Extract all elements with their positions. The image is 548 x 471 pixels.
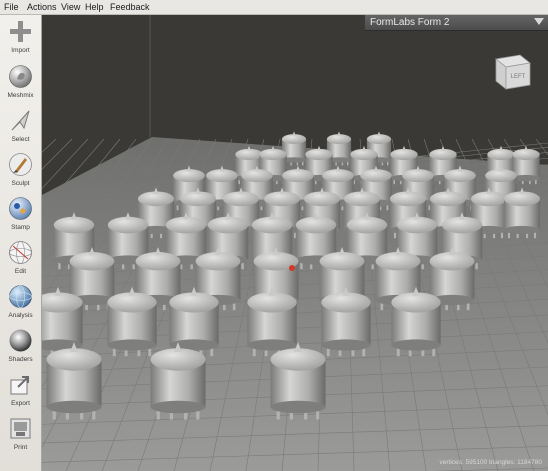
left-toolbar: Import Meshmix Select Sculpt Stamp Edit … bbox=[0, 15, 42, 471]
stamp-sphere-icon bbox=[9, 197, 32, 220]
printer-name: FormLabs Form 2 bbox=[370, 17, 450, 28]
stamp-button[interactable]: Stamp bbox=[0, 196, 41, 240]
menu-view[interactable]: View bbox=[61, 1, 80, 13]
build-plate-scene[interactable] bbox=[42, 15, 548, 471]
meshmix-button[interactable]: Meshmix bbox=[0, 64, 41, 108]
bunny-sphere-icon bbox=[9, 65, 32, 88]
analysis-button[interactable]: Analysis bbox=[0, 284, 41, 328]
menu-feedback[interactable]: Feedback bbox=[110, 1, 150, 13]
cursor-arrow-icon bbox=[11, 110, 30, 131]
import-button[interactable]: Import bbox=[0, 19, 41, 63]
export-arrow-icon bbox=[10, 376, 29, 395]
print-button[interactable]: Print bbox=[0, 416, 41, 460]
export-label: Export bbox=[11, 400, 30, 407]
model-part[interactable] bbox=[107, 286, 157, 357]
meshmix-label: Meshmix bbox=[7, 92, 34, 99]
view-cube-face-label: LEFT bbox=[511, 74, 526, 80]
menu-file[interactable]: File bbox=[4, 1, 19, 13]
model-part[interactable] bbox=[150, 342, 206, 420]
model-part[interactable] bbox=[247, 286, 297, 357]
pivot-marker bbox=[289, 265, 295, 271]
edit-label: Edit bbox=[14, 268, 27, 275]
import-label: Import bbox=[11, 47, 30, 54]
analysis-label: Analysis bbox=[8, 312, 33, 319]
stamp-label: Stamp bbox=[11, 224, 30, 231]
model-part[interactable] bbox=[42, 286, 83, 357]
select-label: Select bbox=[11, 136, 30, 143]
menu-help[interactable]: Help bbox=[85, 1, 104, 13]
model-part[interactable] bbox=[270, 342, 326, 420]
export-button[interactable]: Export bbox=[0, 372, 41, 416]
menu-actions[interactable]: Actions bbox=[27, 1, 57, 13]
printer-icon bbox=[10, 418, 31, 439]
mesh-stats: vertices: 595100 triangles: 1184780 bbox=[439, 459, 542, 466]
print-label: Print bbox=[13, 444, 28, 451]
printer-selector[interactable]: FormLabs Form 2 bbox=[365, 15, 548, 31]
sculpt-label: Sculpt bbox=[11, 180, 30, 187]
model-part[interactable] bbox=[321, 286, 371, 357]
3d-viewport[interactable] bbox=[42, 15, 548, 471]
shaders-label: Shaders bbox=[8, 356, 33, 363]
shaders-button[interactable]: Shaders bbox=[0, 328, 41, 372]
model-part[interactable] bbox=[391, 286, 441, 357]
edit-button[interactable]: Edit bbox=[0, 240, 41, 284]
model-part[interactable] bbox=[46, 342, 102, 420]
model-part[interactable] bbox=[503, 187, 541, 239]
menu-bar: File Actions View Help Feedback bbox=[0, 0, 548, 15]
view-cube[interactable]: LEFT bbox=[490, 45, 536, 91]
plus-icon bbox=[10, 21, 31, 42]
chrome-sphere-icon bbox=[9, 329, 32, 352]
analysis-sphere-icon bbox=[9, 285, 32, 308]
select-button[interactable]: Select bbox=[0, 108, 41, 152]
sculpt-button[interactable]: Sculpt bbox=[0, 152, 41, 196]
chevron-down-icon[interactable] bbox=[534, 18, 544, 25]
brush-icon bbox=[9, 153, 32, 176]
wire-sphere-icon bbox=[9, 241, 32, 264]
